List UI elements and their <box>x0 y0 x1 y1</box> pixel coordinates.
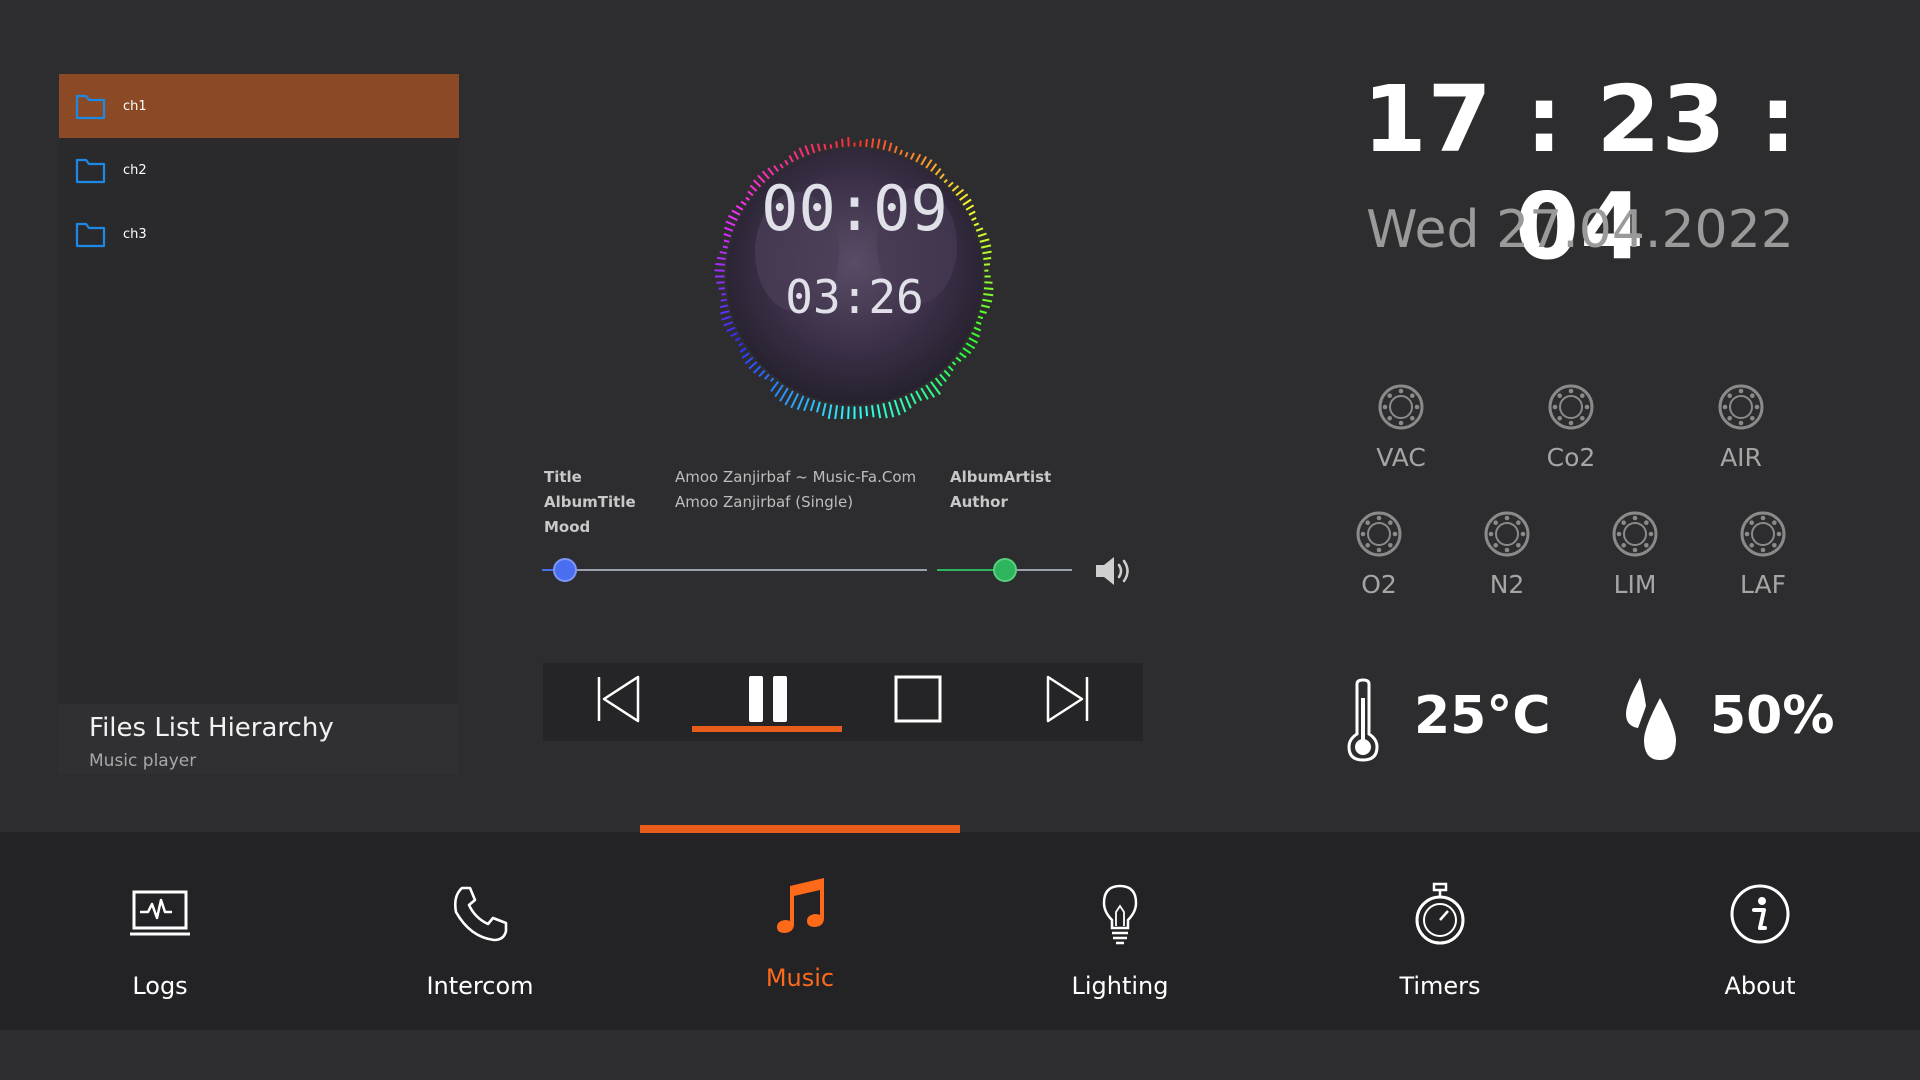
nav-item-timers[interactable]: Timers <box>1280 832 1600 1030</box>
panel-subtitle: Music player <box>89 751 197 771</box>
phone-icon <box>453 886 508 942</box>
file-item-label: ch3 <box>123 226 147 242</box>
meta-album-value: Amoo Zanjirbaf (Single) <box>675 493 854 511</box>
clock-date: Wed 27.04.2022 <box>1366 200 1794 260</box>
meta-album-key: AlbumTitle <box>544 493 636 511</box>
skip-previous-icon <box>597 675 640 723</box>
gas-indicator-co2: Co2 <box>1516 383 1626 472</box>
folder-icon <box>75 158 106 184</box>
nav-label: Lighting <box>1071 972 1169 1000</box>
gas-status-icon <box>1718 384 1764 430</box>
active-control-indicator <box>692 726 842 732</box>
monitor-pulse-icon <box>130 890 190 936</box>
gas-status-icon <box>1378 384 1424 430</box>
meta-author-key: Author <box>950 493 1008 511</box>
speaker-icon[interactable] <box>1094 554 1134 588</box>
playback-controls <box>543 663 1143 741</box>
stopwatch-icon <box>1415 882 1465 945</box>
gas-status-icon <box>1484 511 1530 557</box>
gas-indicator-lim: LIM <box>1580 510 1690 599</box>
panel-title: Files List Hierarchy <box>89 713 334 743</box>
gas-label: Co2 <box>1546 443 1596 472</box>
nav-label: Timers <box>1399 972 1481 1000</box>
previous-button[interactable] <box>543 663 693 735</box>
nav-label: About <box>1724 972 1796 1000</box>
nav-item-music[interactable]: Music <box>640 832 960 1030</box>
info-icon <box>1730 884 1790 944</box>
seek-slider-handle[interactable] <box>553 558 578 582</box>
gas-status-icon <box>1356 511 1402 557</box>
gas-indicator-n2: N2 <box>1452 510 1562 599</box>
stop-button[interactable] <box>843 663 993 735</box>
meta-albumartist-key: AlbumArtist <box>950 468 1052 486</box>
temperature-value: 25°C <box>1414 686 1551 746</box>
lightbulb-icon <box>1102 884 1138 945</box>
meta-title-value: Amoo Zanjirbaf ~ Music-Fa.Com <box>675 468 917 486</box>
panel-footer: Files List Hierarchy Music player <box>59 704 459 774</box>
pause-button[interactable] <box>693 663 843 735</box>
gas-indicator-air: AIR <box>1686 383 1796 472</box>
gas-label: LIM <box>1613 570 1657 599</box>
gas-indicator-vac: VAC <box>1346 383 1456 472</box>
nav-item-intercom[interactable]: Intercom <box>320 832 640 1030</box>
elapsed-time: 00:09 <box>761 172 948 245</box>
next-button[interactable] <box>993 663 1143 735</box>
nav-label: Intercom <box>426 972 534 1000</box>
gas-status-icon <box>1548 384 1594 430</box>
humidity-icon <box>1626 678 1676 760</box>
stop-icon <box>894 675 942 723</box>
gas-label: VAC <box>1376 443 1426 472</box>
music-note-icon <box>777 878 824 933</box>
nav-label: Music <box>765 964 835 992</box>
file-item-ch1[interactable]: ch1 <box>59 74 459 138</box>
gas-label: O2 <box>1361 570 1397 599</box>
gas-indicator-o2: O2 <box>1324 510 1434 599</box>
files-panel: ch1 ch2 ch3 Files List Hierarchy Music p… <box>59 74 459 774</box>
pause-icon <box>749 676 787 722</box>
skip-next-icon <box>1046 675 1089 723</box>
nav-item-lighting[interactable]: Lighting <box>960 832 1280 1030</box>
meta-mood-key: Mood <box>544 518 591 532</box>
file-item-label: ch1 <box>123 98 147 114</box>
folder-icon <box>75 94 106 120</box>
seek-slider[interactable] <box>542 569 927 571</box>
meta-title-key: Title <box>544 468 582 486</box>
gas-label: LAF <box>1740 570 1786 599</box>
bottom-strip <box>0 1030 1920 1080</box>
file-item-ch3[interactable]: ch3 <box>59 202 459 266</box>
humidity-value: 50% <box>1710 686 1835 746</box>
gas-status-icon <box>1612 511 1658 557</box>
nav-item-logs[interactable]: Logs <box>0 832 320 1030</box>
nav-label: Logs <box>132 972 188 1000</box>
gas-label: AIR <box>1720 443 1762 472</box>
gas-status-icon <box>1740 511 1786 557</box>
gas-indicator-laf: LAF <box>1708 510 1818 599</box>
thermometer-icon <box>1347 678 1379 762</box>
nav-item-about[interactable]: About <box>1600 832 1920 1030</box>
track-duration: 03:26 <box>785 270 924 324</box>
gas-label: N2 <box>1489 570 1525 599</box>
file-item-label: ch2 <box>123 162 147 178</box>
volume-slider-handle[interactable] <box>992 558 1017 582</box>
folder-icon <box>75 222 106 248</box>
file-item-ch2[interactable]: ch2 <box>59 138 459 202</box>
track-metadata: Title Amoo Zanjirbaf ~ Music-Fa.Com Albu… <box>544 468 1064 532</box>
